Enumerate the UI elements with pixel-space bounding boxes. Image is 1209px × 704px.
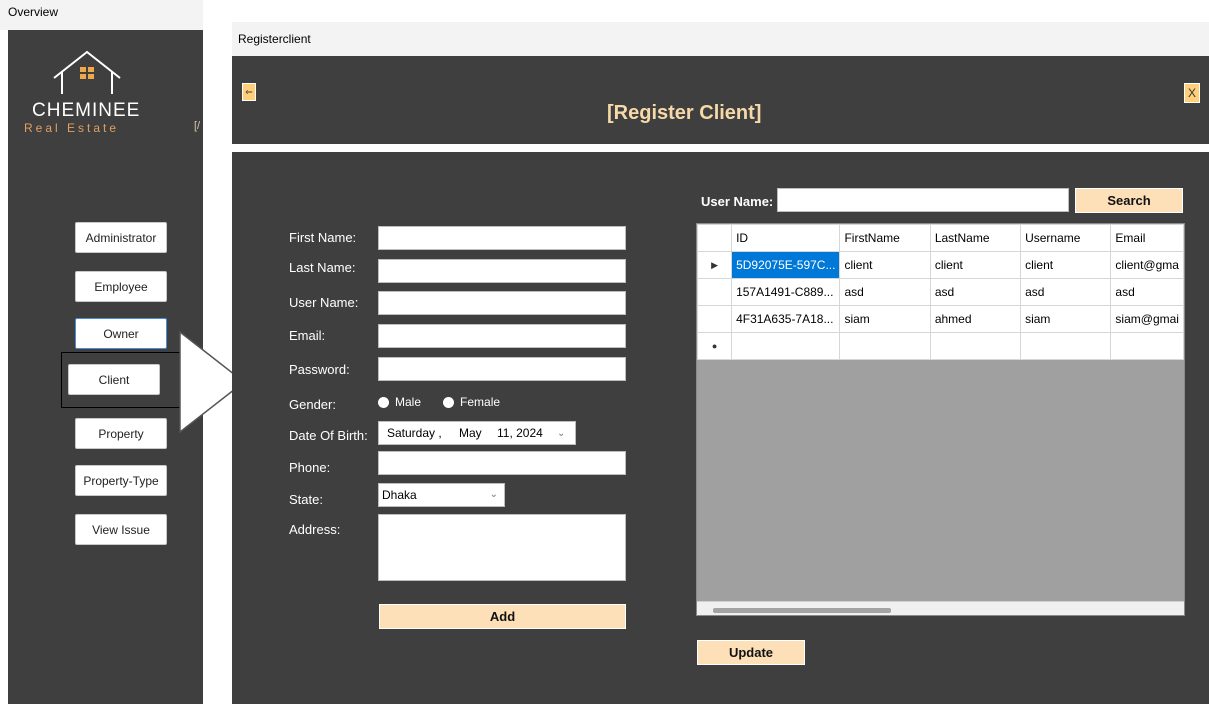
password-input[interactable]	[378, 357, 626, 381]
dob-picker[interactable]: Saturday , May 11, 2024 ⌄	[378, 421, 576, 445]
overview-window-title: Overview	[0, 0, 203, 30]
clipped-label: [/	[194, 120, 201, 132]
phone-input[interactable]	[378, 451, 626, 475]
header-divider	[232, 144, 1209, 152]
table-cell[interactable]	[1020, 332, 1112, 360]
table-cell[interactable]	[929, 332, 1022, 360]
table-cell[interactable]: 4F31A635-7A18...	[731, 305, 841, 333]
gender-female-radio[interactable]: Female	[443, 395, 500, 409]
chevron-down-icon: ⌄	[489, 489, 498, 500]
table-cell[interactable]: client@gma	[1110, 251, 1184, 279]
register-header: ⇐ [Register Client] X	[232, 56, 1209, 144]
table-cell[interactable]	[839, 332, 931, 360]
address-textarea[interactable]	[378, 514, 626, 581]
register-body: First Name: Last Name: User Name: Email:…	[232, 152, 1209, 704]
table-new-row[interactable]: ●	[697, 332, 1184, 360]
user-name-input[interactable]	[378, 291, 626, 315]
gender-label: Gender:	[289, 397, 336, 412]
table-cell[interactable]: siam	[1020, 305, 1112, 333]
row-header-corner	[697, 224, 733, 252]
update-button[interactable]: Update	[697, 640, 805, 665]
scrollbar-thumb[interactable]	[713, 608, 891, 613]
add-button[interactable]: Add	[379, 604, 626, 629]
client-button[interactable]: Client	[68, 364, 160, 395]
new-row-marker-icon[interactable]: ●	[697, 332, 733, 360]
table-row[interactable]: ▶ 5D92075E-597C... client client client …	[697, 251, 1184, 279]
page-title: [Register Client]	[607, 102, 762, 124]
row-marker-icon[interactable]	[697, 278, 733, 306]
phone-label: Phone:	[289, 460, 331, 475]
clients-table: ID FirstName LastName Username Email ▶ 5…	[697, 224, 1184, 360]
logo-main-text: CHEMINEE	[32, 100, 141, 121]
radio-male-icon	[378, 396, 389, 408]
state-selected: Dhaka	[382, 488, 417, 502]
first-name-input[interactable]	[378, 226, 626, 250]
radio-female-icon	[443, 396, 455, 408]
column-header-firstname[interactable]: FirstName	[839, 224, 931, 252]
logo-sub-text: Real Estate	[24, 121, 120, 135]
row-marker-icon[interactable]	[697, 305, 733, 333]
table-row[interactable]: 4F31A635-7A18... siam ahmed siam siam@gm…	[697, 305, 1184, 333]
password-label: Password:	[289, 362, 350, 377]
column-header-email[interactable]: Email	[1110, 224, 1184, 252]
search-user-name-label: User Name:	[701, 194, 774, 209]
dob-label: Date Of Birth:	[289, 428, 368, 443]
view-issue-button[interactable]: View Issue	[75, 514, 167, 545]
email-label: Email:	[289, 328, 326, 343]
table-cell[interactable]: client	[839, 251, 931, 279]
close-button[interactable]: X	[1184, 83, 1200, 103]
address-label: Address:	[289, 522, 341, 537]
clients-grid[interactable]: ID FirstName LastName Username Email ▶ 5…	[696, 223, 1185, 616]
table-cell[interactable]: asd	[929, 278, 1022, 306]
gender-group: Male Female	[378, 395, 522, 409]
table-cell[interactable]: asd	[839, 278, 931, 306]
search-input[interactable]	[777, 188, 1069, 212]
company-logo: CHEMINEE Real Estate	[24, 48, 154, 138]
table-cell[interactable]: asd	[1110, 278, 1184, 306]
state-select[interactable]: Dhaka ⌄	[378, 483, 505, 507]
table-cell[interactable]	[1110, 332, 1184, 360]
state-label: State:	[289, 492, 323, 507]
row-marker-icon[interactable]: ▶	[697, 251, 733, 279]
property-type-button[interactable]: Property-Type	[75, 465, 167, 496]
client-focus-box: Client	[61, 352, 181, 408]
email-input[interactable]	[378, 324, 626, 348]
table-cell[interactable]: asd	[1020, 278, 1112, 306]
dob-weekday: Saturday ,	[387, 426, 442, 440]
gender-male-label: Male	[395, 395, 422, 409]
first-name-label: First Name:	[289, 230, 357, 245]
table-cell[interactable]: 5D92075E-597C...	[731, 251, 841, 279]
column-header-lastname[interactable]: LastName	[929, 224, 1022, 252]
column-header-username[interactable]: Username	[1020, 224, 1112, 252]
table-cell[interactable]	[731, 332, 841, 360]
search-button[interactable]: Search	[1075, 188, 1183, 213]
gender-female-label: Female	[460, 395, 501, 409]
house-logo-icon	[53, 50, 121, 94]
horizontal-scrollbar[interactable]	[697, 601, 1184, 615]
table-cell[interactable]: siam@gmai	[1110, 305, 1184, 333]
table-cell[interactable]: client	[929, 251, 1022, 279]
overview-sidebar: CHEMINEE Real Estate [/ Administrator Em…	[8, 30, 203, 704]
dob-day-year: 11, 2024	[497, 426, 543, 440]
table-cell[interactable]: client	[1020, 251, 1112, 279]
table-row[interactable]: 157A1491-C889... asd asd asd asd	[697, 278, 1184, 306]
table-cell[interactable]: siam	[839, 305, 931, 333]
owner-button[interactable]: Owner	[75, 318, 167, 349]
column-header-id[interactable]: ID	[731, 224, 841, 252]
administrator-button[interactable]: Administrator	[75, 222, 167, 253]
last-name-label: Last Name:	[289, 260, 356, 275]
property-button[interactable]: Property	[75, 418, 167, 449]
gender-male-radio[interactable]: Male	[378, 395, 421, 409]
chevron-down-icon: ⌄	[557, 427, 566, 439]
user-name-label: User Name:	[289, 295, 359, 310]
table-cell[interactable]: ahmed	[929, 305, 1022, 333]
employee-button[interactable]: Employee	[75, 271, 167, 302]
register-window-title: Registerclient	[232, 22, 1209, 56]
table-header-row: ID FirstName LastName Username Email	[697, 224, 1184, 252]
table-cell[interactable]: 157A1491-C889...	[731, 278, 841, 306]
dob-month: May	[459, 426, 482, 440]
back-arrow-icon[interactable]: ⇐	[242, 83, 256, 101]
last-name-input[interactable]	[378, 259, 626, 283]
